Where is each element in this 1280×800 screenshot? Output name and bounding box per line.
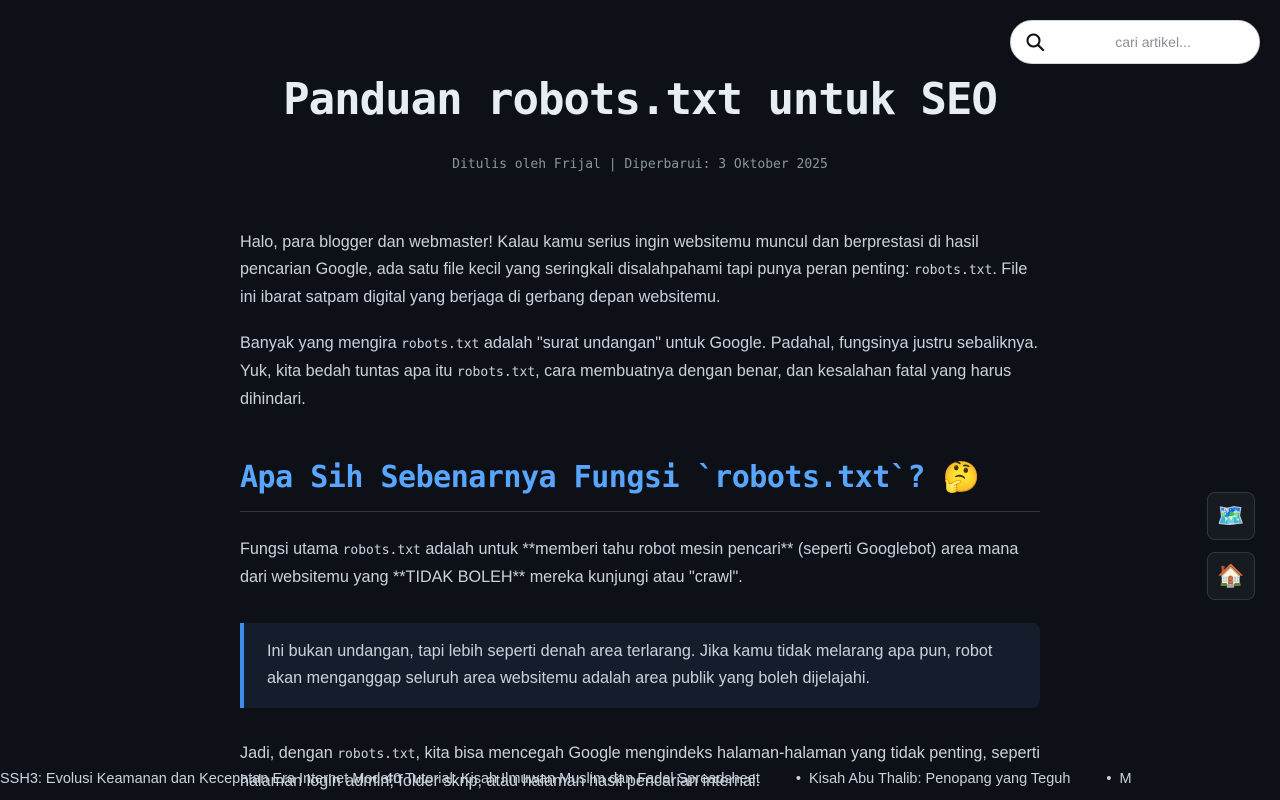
blockquote-text: Ini bukan undangan, tapi lebih seperti d… (267, 642, 993, 687)
inline-code: robots.txt (401, 337, 480, 352)
news-ticker: SSH3: Evolusi Keamanan dan Kecepatan Era… (0, 766, 1280, 792)
search-box[interactable] (1010, 20, 1260, 64)
ticker-item[interactable]: Kisah Abu Thalib: Penopang yang Teguh (809, 766, 1070, 792)
article-meta: Ditulis oleh Frijal | Diperbarui: 3 Okto… (452, 157, 828, 172)
article: Panduan robots.txt untuk SEO Ditulis ole… (240, 0, 1040, 795)
ticker-item[interactable]: M (1120, 766, 1132, 792)
ticker-track: • 40 Tutorial: Kisah Ilmuwan Muslim dan F… (336, 766, 1132, 792)
paragraph: Fungsi utama robots.txt adalah untuk **m… (240, 540, 1019, 586)
paragraph: Banyak yang mengira robots.txt adalah "s… (240, 334, 1039, 408)
map-icon: 🗺️ (1217, 503, 1245, 528)
home-icon: 🏠 (1217, 563, 1245, 588)
ticker-item[interactable]: 40 Tutorial: Kisah Ilmuwan Muslim dan Fa… (385, 766, 760, 792)
inline-code: robots.txt (456, 365, 536, 380)
page-title: Panduan robots.txt untuk SEO (283, 74, 998, 125)
inline-code: robots.txt (342, 543, 421, 558)
section-heading: Apa Sih Sebenarnya Fungsi `robots.txt`? … (240, 457, 1040, 512)
map-button[interactable]: 🗺️ (1207, 492, 1255, 540)
blockquote: Ini bukan undangan, tapi lebih seperti d… (240, 623, 1040, 708)
search-input[interactable] (1055, 29, 1251, 55)
inline-code: robots.txt (914, 263, 993, 278)
inline-code: robots.txt (337, 747, 416, 762)
intro-paragraph: Halo, para blogger dan webmaster! Kalau … (240, 233, 1028, 306)
home-button[interactable]: 🏠 (1207, 552, 1255, 600)
